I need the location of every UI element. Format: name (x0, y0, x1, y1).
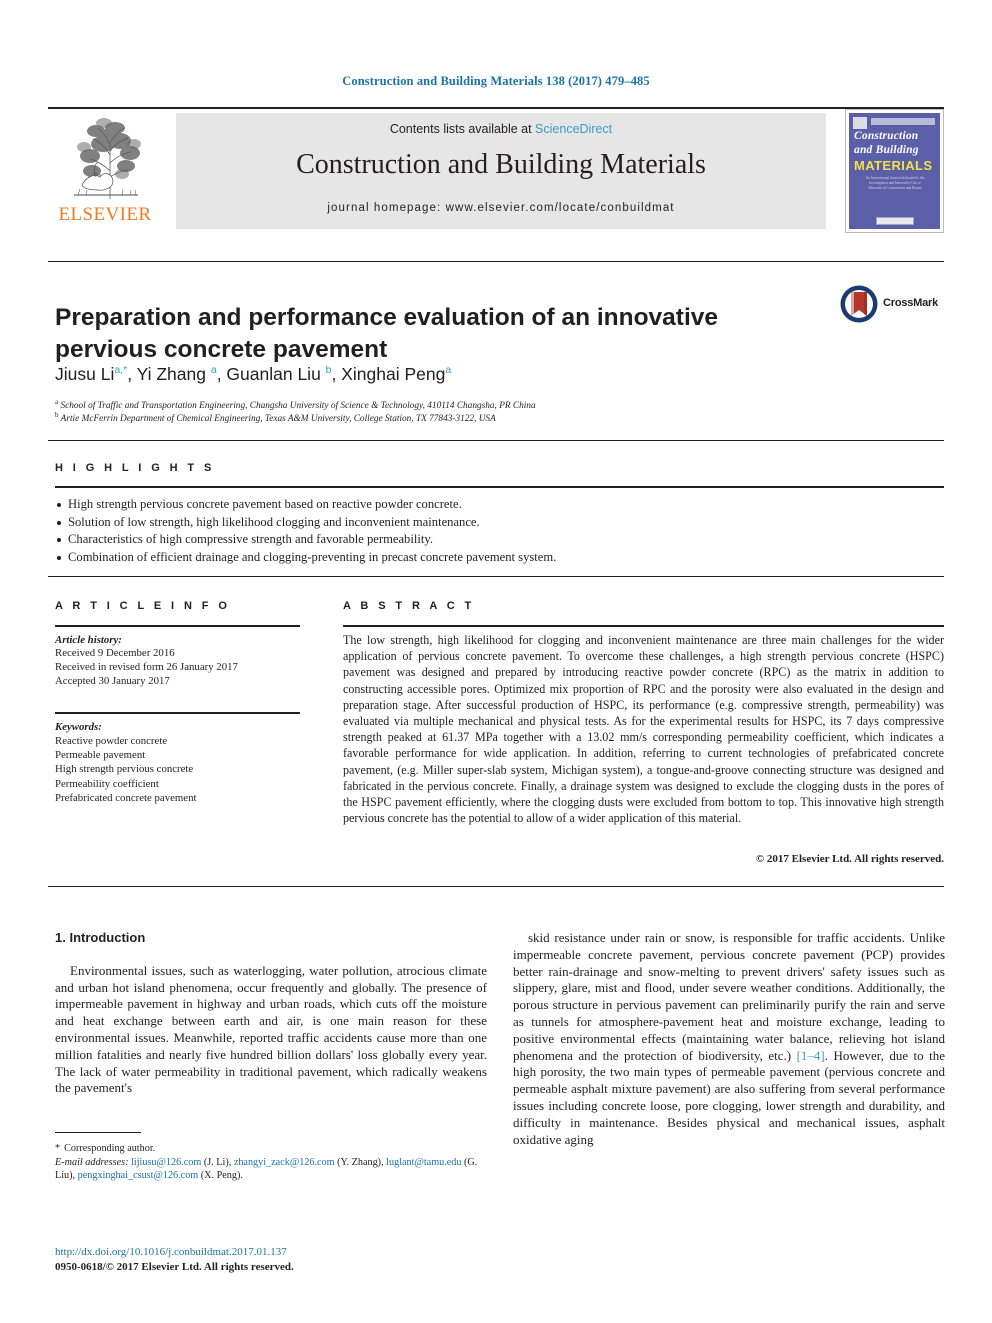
email-person-1: (J. Li), (203, 1156, 232, 1168)
journal-cover-art: Construction and Building MATERIALS An I… (849, 113, 940, 229)
citation-link[interactable]: [1–4] (797, 1048, 825, 1063)
cover-logo-mark (853, 117, 867, 129)
article-first-page: Construction and Building Materials 138 … (0, 0, 992, 1323)
abstract-copyright: © 2017 Elsevier Ltd. All rights reserved… (755, 853, 944, 865)
email-link-1[interactable]: lijiusu@126.com (131, 1157, 201, 1168)
highlights-top-rule (48, 440, 944, 441)
corresponding-author-note: * Corresponding author. (55, 1142, 495, 1156)
abstract-underline (343, 625, 944, 627)
contents-prefix: Contents lists available at (389, 122, 536, 136)
body-column-right: skid resistance under rain or snow, is r… (513, 930, 945, 1148)
body-column-left: 1. Introduction Environmental issues, su… (55, 930, 487, 1097)
list-item: Permeability coefficient (55, 777, 159, 790)
highlights-underline (55, 486, 944, 488)
cover-title-line1: Construction (854, 130, 919, 142)
author-list: Jiusu Lia,*, Yi Zhang a, Guanlan Liu b, … (55, 364, 452, 384)
article-history-heading: Article history: (55, 634, 122, 646)
abstract-text: The low strength, high likelihood for cl… (343, 633, 944, 826)
list-item: Combination of efficient drainage and cl… (55, 549, 925, 567)
list-item: Permeable pavement (55, 749, 146, 762)
affiliation-b: b Artie McFerrin Department of Chemical … (55, 411, 496, 425)
article-info-underline (55, 625, 300, 627)
section-heading-introduction: 1. Introduction (55, 930, 146, 945)
list-item: Received 9 December 2016 (55, 647, 175, 659)
doi-block: http://dx.doi.org/10.1016/j.conbuildmat.… (55, 1245, 495, 1274)
journal-masthead: ELSEVIER Contents lists available at Sci… (48, 109, 944, 233)
intro-paragraph-right: skid resistance under rain or snow, is r… (513, 930, 945, 1148)
email-person-2: (Y. Zhang), (337, 1156, 384, 1168)
elsevier-tree-icon (66, 111, 144, 203)
crossmark-label: CrossMark (883, 297, 939, 309)
email-label: E-mail addresses: (55, 1156, 129, 1168)
sciencedirect-link[interactable]: ScienceDirect (535, 122, 612, 136)
journal-band: Contents lists available at ScienceDirec… (176, 113, 826, 229)
doi-link[interactable]: http://dx.doi.org/10.1016/j.conbuildmat.… (55, 1245, 495, 1260)
email-addresses: E-mail addresses: lijiusu@126.com (J. Li… (55, 1156, 495, 1183)
keywords-rule (55, 712, 300, 714)
article-info-heading: A R T I C L E I N F O (55, 600, 231, 612)
elsevier-logo: ELSEVIER (48, 111, 152, 231)
list-item: Received in revised form 26 January 2017 (55, 660, 238, 673)
list-item: Accepted 30 January 2017 (55, 674, 170, 687)
crossmark-icon (840, 285, 878, 323)
journal-homepage-link[interactable]: journal homepage: www.elsevier.com/locat… (176, 202, 826, 214)
list-item: Reactive powder concrete (55, 735, 168, 747)
list-item: High strength pervious concrete pavement… (55, 496, 925, 514)
corresponding-author-text: Corresponding author. (64, 1143, 156, 1154)
elsevier-wordmark: ELSEVIER (58, 204, 152, 225)
cover-blurb: An International Journal dedicated to th… (865, 176, 925, 191)
intro-paragraph-left: Environmental issues, such as waterloggi… (55, 962, 487, 1096)
journal-cover-thumbnail: Construction and Building MATERIALS An I… (845, 109, 944, 233)
corresponding-author-marker: * (55, 1143, 61, 1154)
cover-title-line2: and Building (854, 144, 919, 156)
cover-publisher-box (876, 217, 914, 225)
running-head: Construction and Building Materials 138 … (342, 74, 650, 88)
footnote-block: * Corresponding author. E-mail addresses:… (55, 1142, 495, 1183)
article-title: Preparation and performance evaluation o… (55, 304, 719, 364)
journal-title: Construction and Building Materials (296, 149, 706, 180)
list-item: Prefabricated concrete pavement (55, 791, 197, 804)
intro-right-part1: skid resistance under rain or snow, is r… (513, 930, 945, 1063)
footnote-rule (55, 1132, 141, 1133)
article-history-list: Received 9 December 2016 Received in revi… (55, 647, 315, 688)
contents-available-line: Contents lists available at ScienceDirec… (176, 122, 826, 136)
email-link-2[interactable]: zhangyi_zack@126.com (234, 1157, 335, 1168)
email-link-3[interactable]: luglant@tamu.edu (386, 1157, 461, 1168)
list-item: High strength pervious concrete (55, 763, 194, 776)
email-person-4: (X. Peng). (200, 1170, 243, 1182)
crossmark-badge[interactable]: CrossMark (840, 285, 944, 329)
highlights-list: High strength pervious concrete pavement… (55, 496, 925, 566)
list-item: Solution of low strength, high likelihoo… (55, 514, 925, 532)
abstract-heading: A B S T R A C T (343, 600, 475, 612)
keywords-list: Reactive powder concrete Permeable paveme… (55, 734, 315, 805)
affiliation-b-text: Artie McFerrin Department of Chemical En… (60, 414, 496, 425)
keywords-heading: Keywords: (55, 721, 102, 733)
cover-title-line3: MATERIALS (854, 158, 933, 173)
highlights-bottom-rule (48, 576, 944, 577)
issn-copyright-line: 0950-0618/© 2017 Elsevier Ltd. All right… (55, 1260, 294, 1273)
list-item: Characteristics of high compressive stre… (55, 531, 925, 549)
email-link-4[interactable]: pengxinghai_csust@126.com (78, 1170, 199, 1181)
highlights-heading: H I G H L I G H T S (55, 462, 215, 474)
cover-top-bar (871, 118, 935, 125)
article-head-rule (48, 261, 944, 262)
abstract-bottom-rule (48, 886, 944, 887)
